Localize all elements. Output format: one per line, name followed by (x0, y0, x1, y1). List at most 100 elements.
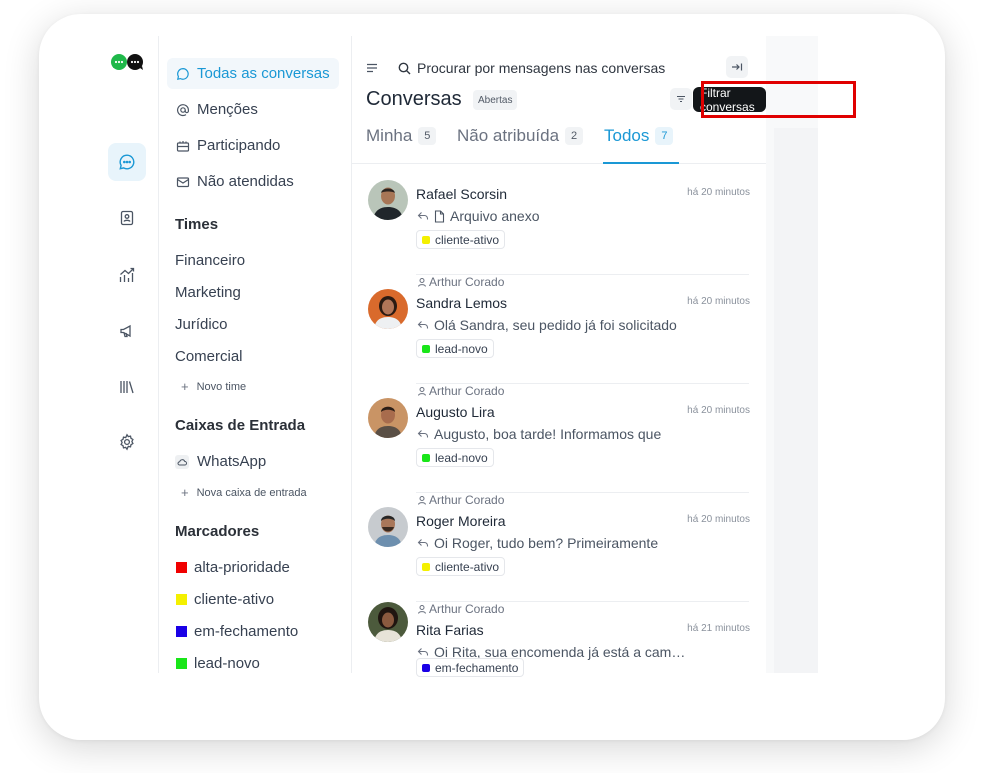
sidebar-item-label-lead-novo[interactable]: lead-novo (176, 655, 260, 672)
active-tab-indicator (603, 162, 679, 164)
contact-name: Augusto Lira (416, 404, 495, 420)
conversation-item[interactable]: Arthur Corado Augusto Lira há 20 minutos… (351, 384, 766, 493)
contact-name: Rafael Scorsin (416, 186, 508, 202)
tabs-divider (351, 163, 766, 164)
message-preview: Augusto, boa tarde! Informamos que (417, 426, 687, 442)
assignee: Arthur Corado (417, 384, 504, 398)
reply-icon (417, 647, 434, 657)
conversation-item[interactable]: Rafael Scorsin há 20 minutos Arquivo ane… (351, 166, 766, 275)
conversation-label-tag: cliente-ativo (416, 557, 506, 576)
label-color-dot (422, 453, 430, 462)
reply-icon (417, 211, 434, 221)
hamburger-menu-icon (366, 63, 378, 73)
sidebar-item-unattended[interactable]: Não atendidas (167, 166, 339, 197)
cloud-icon (175, 454, 189, 469)
file-icon (434, 209, 450, 223)
mail-icon (176, 175, 190, 189)
sidebar-item-mentions[interactable]: Menções (167, 94, 339, 125)
filter-conversations-button[interactable] (670, 88, 692, 110)
conversation-timestamp: há 20 minutos (687, 514, 750, 525)
status-filter-badge[interactable]: Abertas (473, 90, 518, 110)
conversation-timestamp: há 20 minutos (687, 296, 750, 307)
conversations-panel: Conversas Abertas Filtrar conversas Minh… (351, 36, 766, 677)
rail-contacts-button[interactable] (108, 199, 146, 237)
message-preview: Arquivo anexo (417, 208, 687, 224)
contact-name: Rita Farias (416, 622, 484, 638)
rail-campaigns-button[interactable] (108, 312, 146, 350)
search-bar (390, 56, 720, 80)
reply-icon (417, 538, 434, 548)
contact-book-icon (119, 210, 135, 226)
rail-settings-button[interactable] (108, 423, 146, 461)
conversation-item[interactable]: Arthur Corado Rita Farias há 21 minutos … (351, 602, 766, 677)
label-color-dot (422, 663, 430, 672)
arrow-right-to-line-icon (731, 62, 743, 72)
avatar (368, 602, 408, 642)
avatar (368, 398, 408, 438)
avatar (368, 180, 408, 220)
brand-logo-icon (110, 53, 146, 71)
filter-icon (676, 95, 686, 103)
chat-bubble-icon (176, 67, 190, 81)
library-books-icon (118, 378, 136, 396)
page-title: Conversas (366, 88, 462, 110)
sidebar-item-label-alta-prioridade[interactable]: alta-prioridade (176, 559, 290, 576)
inboxes-section-title: Caixas de Entrada (175, 417, 306, 434)
conversation-timestamp: há 21 minutos (687, 623, 750, 634)
assignee: Arthur Corado (417, 602, 504, 616)
new-inbox-button[interactable]: + Nova caixa de entrada (181, 485, 307, 500)
new-team-button[interactable]: + Novo time (181, 379, 246, 394)
assignee: Arthur Corado (417, 275, 504, 289)
plus-icon: + (181, 379, 189, 394)
sidebar-item-all-conversations[interactable]: Todas as conversas (167, 58, 339, 89)
team-members-icon (176, 139, 190, 153)
sidebar-item-label-cliente-ativo[interactable]: cliente-ativo (176, 591, 274, 608)
gear-icon (118, 433, 136, 451)
message-preview: Oi Roger, tudo bem? Primeiramente (417, 535, 687, 551)
labels-section-title: Marcadores (175, 523, 260, 540)
label-color-swatch (176, 562, 187, 573)
contact-name: Roger Moreira (416, 513, 506, 529)
sidebar-item-participating[interactable]: Participando (167, 130, 339, 161)
tab-unassigned[interactable]: Não atribuída 2 (457, 126, 584, 146)
label-color-swatch (176, 626, 187, 637)
sidebar-item-team[interactable]: Financeiro (175, 252, 245, 269)
expand-panel-button[interactable] (726, 56, 748, 78)
label-color-swatch (176, 594, 187, 605)
conversation-label-tag: em-fechamento (416, 658, 525, 677)
sidebar-item-label: Todas as conversas (197, 65, 330, 82)
detail-pane-body (774, 128, 818, 673)
tab-count-badge: 2 (565, 127, 584, 145)
contact-name: Sandra Lemos (416, 295, 508, 311)
app-window: Todas as conversas Menções Participando (108, 36, 818, 677)
search-icon (398, 62, 411, 75)
sidebar-item-team[interactable]: Marketing (175, 284, 241, 301)
label-color-dot (422, 562, 430, 571)
sidebar-item-team[interactable]: Jurídico (175, 316, 228, 333)
avatar (368, 289, 408, 329)
tab-count-badge: 7 (655, 127, 674, 145)
chart-trend-icon (118, 266, 136, 284)
conversation-label-tag: lead-novo (416, 339, 494, 358)
conversation-item[interactable]: Arthur Corado Sandra Lemos há 20 minutos… (351, 275, 766, 384)
sidebar-item-label-em-fechamento[interactable]: em-fechamento (176, 623, 298, 640)
plus-icon: + (181, 485, 189, 500)
conversation-label-tag: cliente-ativo (416, 230, 506, 249)
chat-bubble-icon (118, 153, 136, 171)
teams-section-title: Times (175, 216, 219, 233)
label-color-dot (422, 344, 430, 353)
menu-toggle-button[interactable] (366, 63, 378, 73)
conversation-timestamp: há 20 minutos (687, 187, 750, 198)
tab-mine[interactable]: Minha 5 (366, 126, 437, 146)
assignee: Arthur Corado (417, 493, 504, 507)
rail-reports-button[interactable] (108, 256, 146, 294)
highlight-box (701, 81, 856, 118)
tab-all[interactable]: Todos 7 (604, 126, 674, 146)
search-input[interactable] (417, 60, 707, 76)
rail-conversations-button[interactable] (108, 143, 146, 181)
sidebar-item-team[interactable]: Comercial (175, 348, 243, 365)
rail-library-button[interactable] (108, 368, 146, 406)
conversation-item[interactable]: Arthur Corado Roger Moreira há 20 minuto… (351, 493, 766, 602)
sidebar-item-inbox-whatsapp[interactable]: WhatsApp (175, 453, 266, 470)
avatar (368, 507, 408, 547)
